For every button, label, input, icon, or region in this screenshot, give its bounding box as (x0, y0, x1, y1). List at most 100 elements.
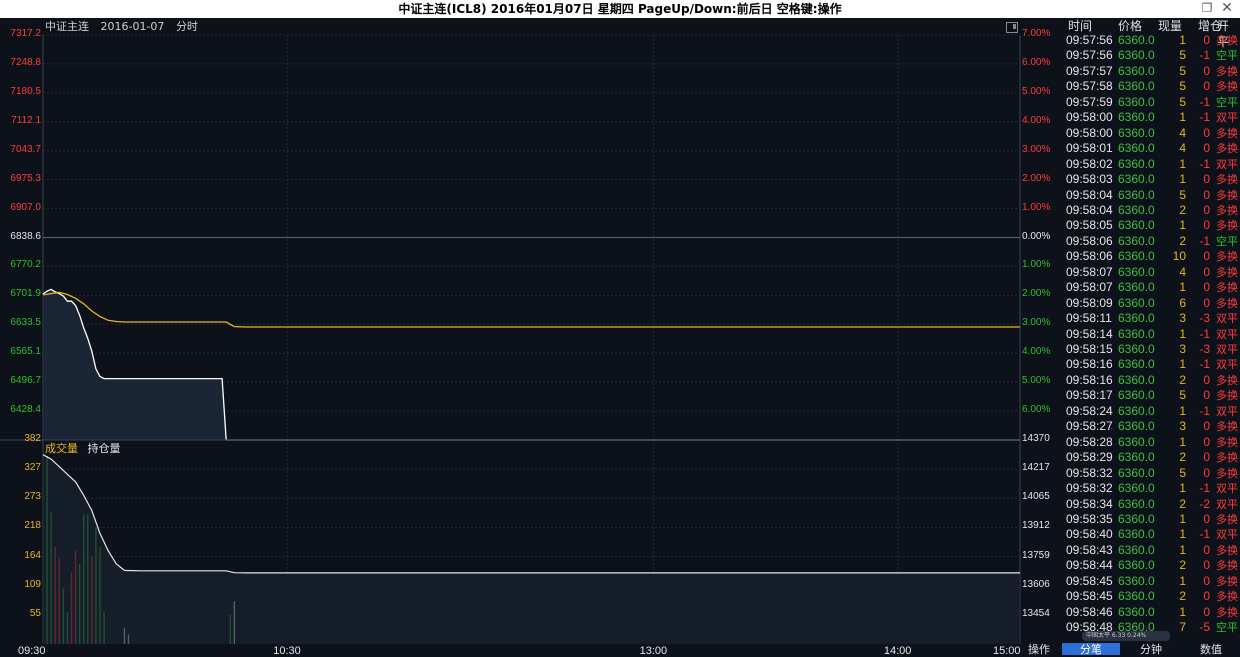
tick-row[interactable]: 09:58:15 6360.0 3 -3 双平 (1062, 342, 1240, 357)
tab-values[interactable]: 数值 (1182, 643, 1240, 656)
tick-price: 6360.0 (1118, 496, 1155, 511)
tick-row[interactable]: 09:58:44 6360.0 2 0 多换 (1062, 558, 1240, 573)
tick-row[interactable]: 09:58:17 6360.0 5 0 多换 (1062, 388, 1240, 403)
tick-nature: 多换 (1216, 543, 1238, 557)
intraday-chart-area[interactable]: 中证主连 2016-01-07 分时 成交量 持仓量 7317.2 7.00% 72… (0, 18, 1062, 657)
tick-oi-change: 0 (1203, 388, 1210, 403)
tick-nature: 多换 (1216, 173, 1238, 187)
tick-row[interactable]: 09:58:07 6360.0 1 0 多换 (1062, 280, 1240, 295)
tick-row[interactable]: 09:58:29 6360.0 2 0 多换 (1062, 450, 1240, 465)
tick-row[interactable]: 09:58:04 6360.0 2 0 多换 (1062, 203, 1240, 218)
tab-trades[interactable]: 分笔 (1062, 643, 1120, 656)
tick-row[interactable]: 09:58:06 6360.0 10 0 多换 (1062, 249, 1240, 264)
tick-row[interactable]: 09:58:28 6360.0 1 0 多换 (1062, 435, 1240, 450)
tick-nature: 多换 (1216, 281, 1238, 295)
tick-time: 09:58:15 (1066, 342, 1113, 356)
tick-oi-change: -1 (1199, 94, 1210, 109)
tick-row[interactable]: 09:58:14 6360.0 1 -1 双平 (1062, 327, 1240, 342)
tick-row[interactable]: 09:57:58 6360.0 5 0 多换 (1062, 79, 1240, 94)
tick-row[interactable]: 09:57:56 6360.0 1 0 多换 (1062, 33, 1240, 48)
expand-panel-icon[interactable] (1006, 22, 1018, 33)
tick-price: 6360.0 (1118, 511, 1155, 526)
tick-row[interactable]: 09:58:00 6360.0 1 -1 双平 (1062, 110, 1240, 125)
tick-oi-change: 0 (1203, 218, 1210, 233)
tick-price: 6360.0 (1118, 326, 1155, 341)
time-axis-tick: 13:00 (639, 645, 668, 657)
tick-volume: 5 (1179, 187, 1186, 202)
tick-row[interactable]: 09:58:40 6360.0 1 -1 双平 (1062, 527, 1240, 542)
tick-column-header: 价格 (1118, 19, 1143, 33)
tick-time: 09:58:01 (1066, 141, 1113, 156)
volume-axis-tick: 218 (24, 520, 41, 532)
tick-price: 6360.0 (1118, 48, 1155, 63)
tick-volume: 2 (1179, 450, 1186, 465)
tick-row[interactable]: 09:58:06 6360.0 2 -1 空平 (1062, 234, 1240, 249)
tick-row[interactable]: 09:58:03 6360.0 1 0 多换 (1062, 172, 1240, 187)
tick-row[interactable]: 09:58:02 6360.0 1 -1 双平 (1062, 157, 1240, 172)
tick-row[interactable]: 09:57:59 6360.0 5 -1 空平 (1062, 95, 1240, 110)
mini-quote-bar[interactable]: 中国太平 6.33 0.24% (1082, 631, 1170, 641)
tick-row[interactable]: 09:58:34 6360.0 2 -2 双平 (1062, 497, 1240, 512)
tick-nature: 多换 (1216, 451, 1238, 465)
tick-price: 6360.0 (1118, 527, 1155, 542)
tick-row[interactable]: 09:58:11 6360.0 3 -3 双平 (1062, 311, 1240, 326)
tick-volume: 4 (1179, 264, 1186, 279)
tick-time: 09:58:16 (1066, 357, 1113, 372)
tick-time: 09:58:32 (1066, 465, 1113, 480)
tick-volume: 1 (1179, 403, 1186, 418)
tick-row[interactable]: 09:58:32 6360.0 5 0 多换 (1062, 466, 1240, 481)
tick-row[interactable]: 09:58:32 6360.0 1 -1 双平 (1062, 481, 1240, 496)
tick-price: 6360.0 (1118, 233, 1155, 248)
tick-row[interactable]: 09:58:07 6360.0 4 0 多换 (1062, 265, 1240, 280)
tick-row[interactable]: 09:58:16 6360.0 1 -1 双平 (1062, 357, 1240, 372)
chart-mode: 分时 (175, 20, 198, 33)
tick-oi-change: 0 (1203, 542, 1210, 557)
tick-oi-change: -1 (1199, 357, 1210, 372)
chart-date: 2016-01-07 (100, 20, 165, 33)
tick-nature: 双平 (1216, 343, 1238, 356)
bottom-tab-bar[interactable]: 分笔 分钟 数值 (1062, 643, 1240, 656)
tick-oi-change: 0 (1203, 264, 1210, 279)
tick-row[interactable]: 09:57:57 6360.0 5 0 多换 (1062, 64, 1240, 79)
tick-row[interactable]: 09:58:01 6360.0 4 0 多换 (1062, 141, 1240, 156)
tick-oi-change: 0 (1203, 172, 1210, 187)
tick-row[interactable]: 09:58:35 6360.0 1 0 多换 (1062, 512, 1240, 527)
tick-price: 6360.0 (1118, 202, 1155, 217)
tick-row[interactable]: 09:58:05 6360.0 1 0 多换 (1062, 218, 1240, 233)
tick-row[interactable]: 09:57:56 6360.0 5 -1 空平 (1062, 48, 1240, 63)
tick-row[interactable]: 09:58:27 6360.0 3 0 多换 (1062, 419, 1240, 434)
tick-oi-change: -3 (1199, 311, 1210, 326)
tick-time: 09:57:58 (1066, 79, 1113, 94)
price-axis-tick: 6428.4 (10, 404, 41, 416)
time-axis-tick: 10:30 (273, 645, 301, 657)
price-axis-tick: 6975.3 (10, 172, 41, 184)
intraday-chart-svg[interactable] (0, 18, 1062, 655)
tick-row[interactable]: 09:58:24 6360.0 1 -1 双平 (1062, 404, 1240, 419)
tick-volume: 2 (1179, 558, 1186, 573)
tick-row[interactable]: 09:58:16 6360.0 2 0 多换 (1062, 373, 1240, 388)
close-icon[interactable]: ✕ (1220, 1, 1234, 15)
tick-row[interactable]: 09:58:04 6360.0 5 0 多换 (1062, 188, 1240, 203)
tick-list-panel[interactable]: 时间 价格 现量 增仓 开平 09:57:56 6360.0 1 0 多换 09:57:56 636… (1062, 18, 1240, 655)
tick-price: 6360.0 (1118, 403, 1155, 418)
tick-nature: 多换 (1216, 420, 1238, 434)
tab-minute[interactable]: 分钟 (1122, 643, 1180, 656)
volume-axis-tick: 327 (24, 462, 41, 474)
tick-nature: 多换 (1216, 80, 1238, 94)
tick-oi-change: -2 (1199, 496, 1210, 511)
tick-volume: 3 (1179, 419, 1186, 434)
tick-row[interactable]: 09:58:09 6360.0 6 0 多换 (1062, 296, 1240, 311)
tick-row[interactable]: 09:58:45 6360.0 2 0 多换 (1062, 589, 1240, 604)
tick-row[interactable]: 09:58:43 6360.0 1 0 多换 (1062, 543, 1240, 558)
tick-row[interactable]: 09:58:46 6360.0 1 0 多换 (1062, 605, 1240, 620)
price-axis-tick: 6565.1 (10, 346, 41, 358)
tick-row[interactable]: 09:58:00 6360.0 4 0 多换 (1062, 126, 1240, 141)
tick-time: 09:58:07 (1066, 280, 1113, 295)
restore-window-icon[interactable]: ❐ (1200, 1, 1214, 15)
tick-price: 6360.0 (1118, 280, 1155, 295)
tick-row[interactable]: 09:58:45 6360.0 1 0 多换 (1062, 574, 1240, 589)
tick-volume: 1 (1179, 542, 1186, 557)
price-axis-tick: 6496.7 (10, 375, 41, 387)
tick-nature: 多换 (1216, 34, 1238, 47)
tick-volume: 1 (1179, 511, 1186, 526)
